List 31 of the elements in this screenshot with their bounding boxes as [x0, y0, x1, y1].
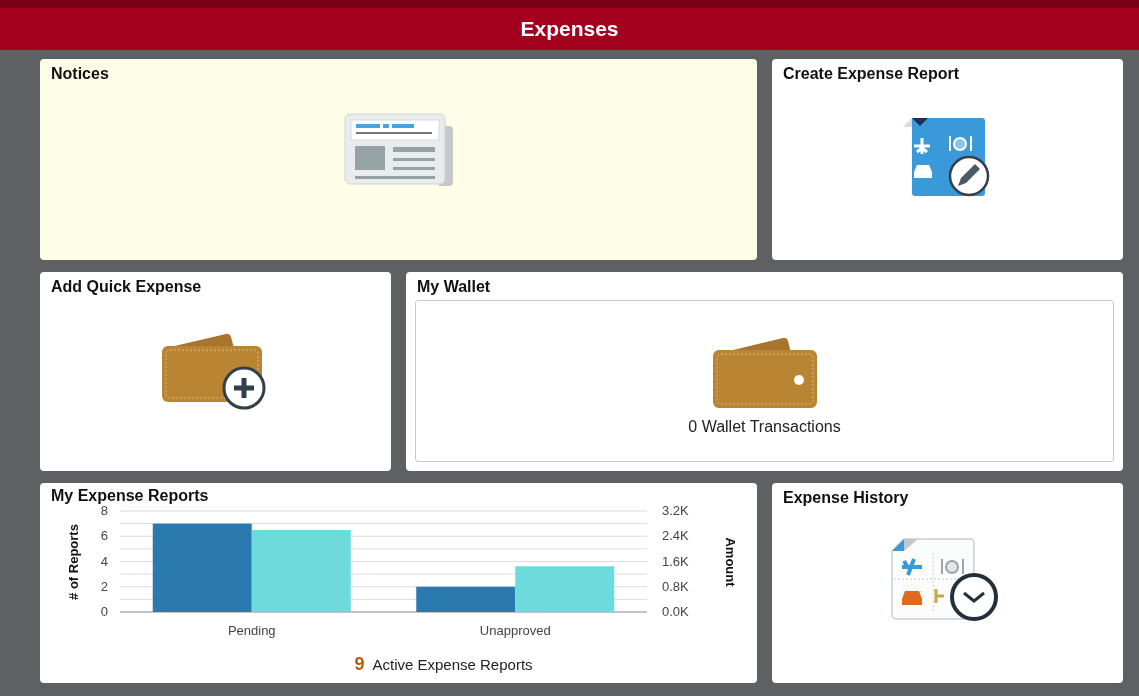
wallet-summary: 0 Wallet Transactions: [688, 418, 841, 436]
axis-tick-label: 0.0K: [662, 604, 689, 619]
category-label: Unapproved: [479, 623, 551, 638]
axis-tick-label: 0.8K: [662, 578, 689, 594]
tile[interactable]: My Expense Reports 8 3.2K 6 2.4K 4 1.6K 2 0.8K 0 0.0K # of Reports Amount Pending Unapproved 9 Active Expense Reports: [40, 483, 757, 683]
axis-tick-label: 4: [100, 553, 108, 569]
axis-tick-label: 1.6K: [662, 553, 689, 569]
tile-title: My Wallet: [417, 278, 491, 296]
axis-title: # of Reports: [66, 524, 81, 600]
axis-tick-label: 0: [100, 604, 108, 619]
tile-title: Notices: [51, 65, 109, 83]
tile[interactable]: Add Quick Expense: [40, 272, 391, 471]
axis-tick-label: 3.2K: [662, 505, 689, 518]
category-label: Pending: [227, 623, 276, 638]
tile-title: Expense History: [783, 489, 909, 507]
report-count: 9: [354, 654, 365, 675]
page-title: Expenses: [520, 17, 619, 41]
axis-tick-label: 8: [100, 505, 108, 518]
tile-title: Add Quick Expense: [51, 278, 202, 296]
tile[interactable]: My Wallet 0 Wallet Transactions: [406, 272, 1123, 471]
axis-tick-label: 6: [100, 528, 108, 544]
count-label: Active Expense Reports: [372, 656, 533, 673]
axis-title: Amount: [723, 537, 738, 587]
tile-title: Create Expense Report: [783, 65, 960, 83]
axis-tick-label: 2.4K: [662, 528, 689, 544]
newspaper-icon: [342, 111, 455, 186]
axis-tick-label: 2: [100, 578, 108, 594]
tile-title: My Expense Reports: [50, 487, 209, 505]
tile[interactable]: Expense History: [772, 483, 1123, 683]
tile[interactable]: Notices: [40, 59, 757, 260]
tile[interactable]: Create Expense Report: [772, 59, 1123, 260]
